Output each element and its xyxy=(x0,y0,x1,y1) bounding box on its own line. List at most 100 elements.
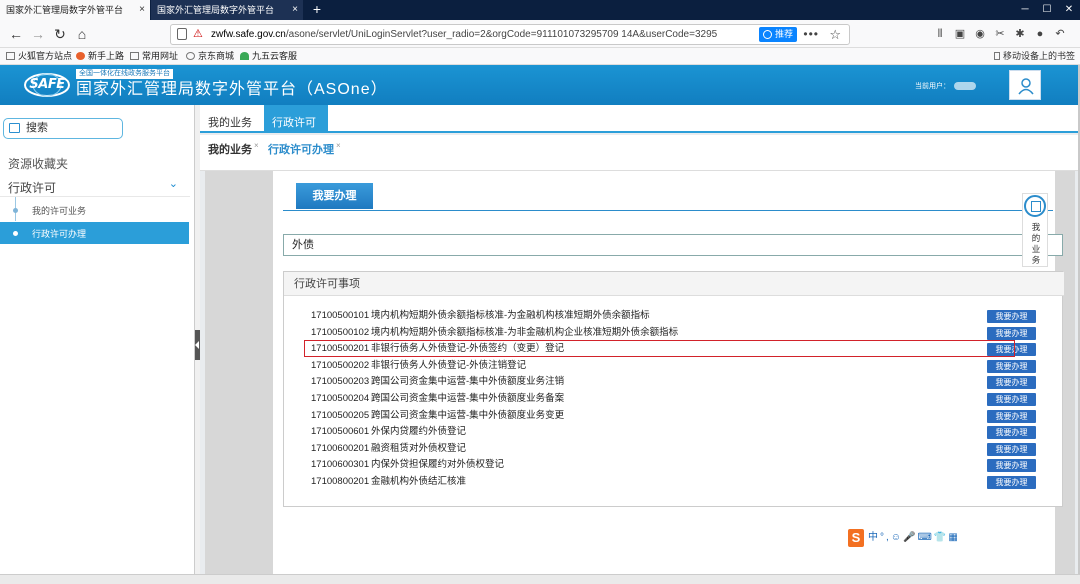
handle-button[interactable]: 我要办理 xyxy=(987,442,1036,456)
item-code: 17100500101 xyxy=(311,310,370,321)
handle-button[interactable]: 我要办理 xyxy=(987,359,1036,373)
item-code: 17100500201 xyxy=(311,343,370,355)
license-item-row: 17100500601 外保内贷履约外债登记 我要办理 xyxy=(311,424,1036,441)
close-icon[interactable]: × xyxy=(292,0,298,20)
handle-button[interactable]: 我要办理 xyxy=(987,376,1036,390)
tab-my-business[interactable]: 我的业务 xyxy=(200,105,263,133)
screenshot-icon[interactable]: ✂ xyxy=(990,24,1010,44)
item-code: 17100500204 xyxy=(311,393,370,404)
chevron-down-icon: ⌄ xyxy=(168,178,178,190)
license-item-row: 17100800201 金融机构外债结汇核准 我要办理 xyxy=(311,474,1036,491)
current-user: 当前用户： xyxy=(915,82,976,92)
horizontal-scrollbar[interactable] xyxy=(0,574,1080,584)
globe-icon xyxy=(186,52,195,60)
item-code: 17100500102 xyxy=(311,326,370,338)
recommend-button[interactable]: 推荐 xyxy=(758,27,797,42)
license-item-row: 17100500102 境内机构短期外债余额指标核准-为非金融机构企业核准短期外债… xyxy=(311,325,1036,342)
minimize-icon[interactable]: ─ xyxy=(1014,0,1036,20)
item-name: 金融机构外债结汇核准 xyxy=(371,476,467,487)
ime-tools[interactable]: 中°,☺🎤⌨👕▦ xyxy=(868,529,960,547)
home-icon[interactable]: ⌂ xyxy=(72,24,92,44)
handle-button[interactable]: 我要办理 xyxy=(987,476,1036,489)
subtab-my-business[interactable]: 我的业务 × xyxy=(208,135,259,169)
item-code: 17100500203 xyxy=(311,376,370,388)
app-subtitle: 全国一体化在线政务服务平台 xyxy=(76,69,173,79)
handle-button[interactable]: 我要办理 xyxy=(987,326,1036,340)
handle-button[interactable]: 我要办理 xyxy=(987,459,1036,473)
resource-favorites[interactable]: 资源收藏夹 xyxy=(8,155,68,172)
item-name: 境内机构短期外债余额指标核准-为非金融机构企业核准短期外债余额指标 xyxy=(371,326,679,338)
more-icon[interactable]: ••• xyxy=(803,25,819,44)
ime-toolbar: S 中°,☺🎤⌨👕▦ xyxy=(848,529,994,549)
item-name: 非银行债务人外债登记-外债签约（变更）登记 xyxy=(371,343,565,355)
left-sidebar: 搜索 资源收藏夹 行政许可 ⌄ 我的许可业务 行政许可办理 xyxy=(0,105,195,574)
close-icon[interactable]: × xyxy=(139,0,145,20)
search-icon xyxy=(9,123,20,133)
handle-button[interactable]: 我要办理 xyxy=(987,310,1036,323)
item-name: 内保外贷担保履约对外债权登记 xyxy=(371,459,505,471)
panel-background: 我要办理 外债 行政许可事项 17100500101 境内机构短期外债余额指标核准… xyxy=(205,171,1075,574)
bookmark-item[interactable]: 火狐官方站点 xyxy=(6,48,72,64)
cloud-icon xyxy=(240,52,249,60)
sogou-ime-icon[interactable]: S xyxy=(848,529,864,547)
folder-icon xyxy=(6,52,15,60)
license-panel: 我要办理 外债 行政许可事项 17100500101 境内机构短期外债余额指标核准… xyxy=(273,171,1064,574)
forward-icon[interactable]: → xyxy=(28,24,48,44)
license-item-row: 17100600201 融资租赁对外债权登记 我要办理 xyxy=(311,441,1036,458)
account-icon[interactable]: ◉ xyxy=(970,24,990,44)
item-code: 17100500601 xyxy=(311,426,370,438)
handle-button[interactable]: 我要办理 xyxy=(987,393,1036,406)
handle-button[interactable]: 我要办理 xyxy=(987,409,1036,423)
mobile-bookmarks[interactable]: 移动设备上的书签 xyxy=(993,48,1075,64)
sidebar-icon[interactable]: ▣ xyxy=(950,24,970,44)
logo-text: SAFE xyxy=(29,77,65,92)
close-icon[interactable]: × xyxy=(336,141,341,150)
user-profile-button[interactable] xyxy=(1009,70,1041,100)
url-host: zwfw.safe.gov.cn xyxy=(211,29,286,40)
bookmark-item[interactable]: 京东商城 xyxy=(186,48,234,64)
insecure-lock-icon[interactable]: ⚠ xyxy=(193,28,205,40)
close-window-icon[interactable]: ✕ xyxy=(1058,0,1080,20)
section-header: 我要办理 xyxy=(283,183,1053,211)
license-item-row: 17100500203 跨国公司资金集中运营-集中外债额度业务注销 我要办理 xyxy=(311,374,1036,391)
reload-icon[interactable]: ↻ xyxy=(50,24,70,44)
bookmark-item[interactable]: 九五云客服 xyxy=(240,48,297,64)
item-search-input[interactable]: 外债 xyxy=(283,234,1063,256)
subtab-license-handling[interactable]: 行政许可办理 × xyxy=(268,135,341,169)
handle-button[interactable]: 我要办理 xyxy=(987,343,1036,357)
bookmark-item[interactable]: 新手上路 xyxy=(76,48,124,64)
item-name: 境内机构短期外债余额指标核准-为金融机构核准短期外债余额指标 xyxy=(371,310,650,321)
browser-tab-inactive[interactable]: 国家外汇管理局数字外管平台 × xyxy=(151,0,303,20)
browser-tabstrip: 国家外汇管理局数字外管平台 × 国家外汇管理局数字外管平台 × + ─ ☐ ✕ xyxy=(0,0,1080,20)
maximize-icon[interactable]: ☐ xyxy=(1036,0,1058,20)
license-item-row: 17100500201 非银行债务人外债登记-外债签约（变更）登记 我要办理 xyxy=(311,341,1036,358)
license-item-row: 17100500101 境内机构短期外债余额指标核准-为金融机构核准短期外债余额指… xyxy=(311,308,1036,325)
sidebar-item-license-handling[interactable]: 行政许可办理 xyxy=(0,222,189,244)
handle-section-tab[interactable]: 我要办理 xyxy=(296,183,373,209)
url-bar[interactable]: ⚠ zwfw.safe.gov.cn/asone/servlet/UniLogi… xyxy=(170,24,850,45)
shield-icon[interactable] xyxy=(177,28,187,40)
back-icon[interactable]: ← xyxy=(6,24,26,44)
browser-tab-label: 国家外汇管理局数字外管平台 xyxy=(157,5,275,15)
browser-tab-active[interactable]: 国家外汇管理局数字外管平台 × xyxy=(0,0,150,20)
my-business-float-button[interactable]: 我的业务 xyxy=(1022,193,1048,267)
sidebar-search[interactable]: 搜索 xyxy=(3,118,123,139)
handle-button[interactable]: 我要办理 xyxy=(987,426,1036,440)
tab-admin-license[interactable]: 行政许可 xyxy=(264,105,328,133)
close-icon[interactable]: × xyxy=(254,141,259,150)
chat-icon[interactable]: ● xyxy=(1030,24,1050,44)
library-icon[interactable]: ⫴ xyxy=(930,24,950,44)
item-name: 外保内贷履约外债登记 xyxy=(371,426,467,438)
sidebar-item-my-license-business[interactable]: 我的许可业务 xyxy=(0,199,189,221)
item-name: 跨国公司资金集中运营-集中外债额度业务变更 xyxy=(371,409,565,421)
bookmark-star-icon[interactable]: ☆ xyxy=(829,25,841,44)
app-title: 国家外汇管理局数字外管平台（ASOne） xyxy=(76,81,388,98)
extension-icon[interactable]: ✱ xyxy=(1010,24,1030,44)
sidebar-group-admin-license[interactable]: 行政许可 ⌄ xyxy=(0,177,190,197)
user-name-redacted xyxy=(954,82,976,91)
bookmark-item[interactable]: 常用网址 xyxy=(130,48,178,64)
undo-icon[interactable]: ↶ xyxy=(1050,24,1070,44)
item-code: 17100600201 xyxy=(311,442,370,454)
new-tab-button[interactable]: + xyxy=(308,0,326,20)
browser-tab-label: 国家外汇管理局数字外管平台 xyxy=(6,5,124,15)
